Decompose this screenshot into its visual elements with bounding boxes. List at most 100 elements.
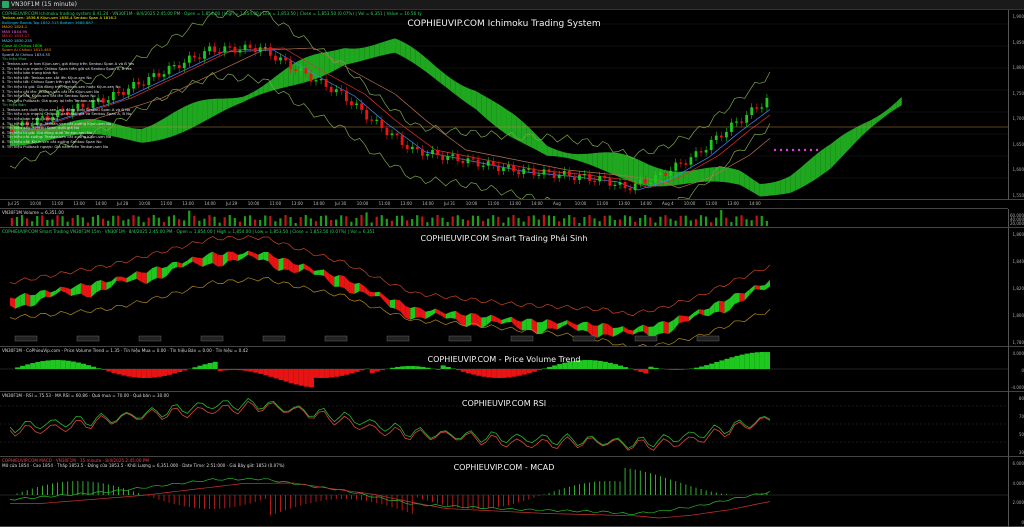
trend-band-segment bbox=[45, 290, 50, 297]
rsi-pane[interactable]: VN30F1M · RSI = 75.53 · MA RSI = 60.86 ·… bbox=[0, 392, 1008, 457]
candle-body bbox=[421, 149, 424, 156]
volume-bar bbox=[11, 218, 13, 226]
kumo-cloud-segment bbox=[192, 101, 197, 127]
date-label: 13:00 bbox=[73, 201, 85, 206]
volume-bar bbox=[320, 216, 322, 226]
volume-bar bbox=[447, 222, 449, 226]
volume-bar bbox=[371, 222, 373, 226]
price-axis[interactable]: 1,9001,8501,8001,7501,7001,6501,6001,550 bbox=[1008, 10, 1024, 200]
trend-band-segment bbox=[30, 295, 35, 307]
candle-body bbox=[340, 89, 343, 91]
smart-trading-title: COPHIEUVIP.COM Smart Trading Phái Sinh bbox=[0, 234, 1008, 243]
candle-body bbox=[750, 107, 753, 115]
date-label: Jul 29 bbox=[226, 201, 237, 206]
volume-bar bbox=[300, 217, 302, 226]
kumo-cloud-segment bbox=[496, 103, 501, 131]
volume-bar bbox=[609, 215, 611, 226]
kumo-cloud-segment bbox=[866, 120, 871, 132]
kumo-cloud-segment bbox=[603, 152, 608, 172]
trend-band-segment bbox=[40, 290, 45, 299]
volume-bar bbox=[97, 215, 99, 226]
volume-bar bbox=[355, 218, 357, 226]
pvt-area-segment bbox=[218, 369, 223, 371]
ichimoku-pane[interactable]: COPHIEUVIP.COM Ichimoku trading system 8… bbox=[0, 10, 1008, 200]
pvt-area-segment bbox=[197, 366, 202, 369]
date-label: Jul 28 bbox=[117, 201, 128, 206]
kumo-cloud-segment bbox=[709, 167, 714, 181]
candle-body bbox=[543, 169, 546, 174]
kumo-cloud-segment bbox=[755, 181, 760, 197]
volume-bar bbox=[41, 215, 43, 226]
pvt-area-segment bbox=[425, 368, 430, 369]
trend-band-segment bbox=[623, 326, 628, 334]
trend-band-segment bbox=[258, 252, 263, 260]
trend-band-segment bbox=[121, 277, 126, 283]
macd-pane[interactable]: COPHIEUVIP.COM MACD · VN30F1M · 15 minut… bbox=[0, 457, 1008, 527]
volume-bar bbox=[533, 215, 535, 226]
volume-bar bbox=[477, 216, 479, 226]
volume-pane[interactable]: VN30F1M Volume = 6,351.00 bbox=[0, 209, 1008, 228]
trend-band-segment bbox=[572, 323, 577, 331]
pvt-area-segment bbox=[116, 369, 121, 374]
candle-body bbox=[512, 165, 515, 171]
pvt-area-segment bbox=[324, 369, 329, 378]
kumo-cloud-segment bbox=[724, 167, 729, 183]
date-label: 11:00 bbox=[488, 201, 500, 206]
candle-body bbox=[259, 47, 262, 52]
chart-icon bbox=[2, 1, 9, 8]
signal-label-box bbox=[387, 336, 409, 341]
candle-body bbox=[487, 161, 490, 165]
volume-bar bbox=[624, 215, 626, 226]
volume-bar bbox=[295, 223, 297, 226]
pvt-area-segment bbox=[355, 369, 360, 372]
candle-body bbox=[690, 157, 693, 165]
date-label: 14:00 bbox=[640, 201, 652, 206]
trend-band-segment bbox=[552, 321, 557, 330]
volume-bar bbox=[538, 220, 540, 226]
volume-bar bbox=[436, 215, 438, 226]
candle-body bbox=[152, 73, 155, 77]
candle-body bbox=[760, 107, 763, 108]
volume-bar bbox=[614, 220, 616, 226]
pvt-area-segment bbox=[375, 369, 380, 372]
kumo-cloud-segment bbox=[790, 172, 795, 193]
candle-body bbox=[578, 175, 581, 180]
kumo-cloud-segment bbox=[572, 154, 577, 161]
trend-band-segment bbox=[694, 309, 699, 316]
trend-band-segment bbox=[86, 285, 91, 297]
trend-band-segment bbox=[192, 257, 197, 265]
volume-bar bbox=[305, 215, 307, 226]
volume-bar bbox=[87, 223, 89, 226]
volume-bar bbox=[588, 215, 590, 226]
candle-body bbox=[158, 73, 161, 77]
candle-body bbox=[310, 74, 313, 82]
kumo-cloud-segment bbox=[826, 144, 831, 172]
pvt-chart bbox=[0, 347, 1008, 391]
pvt-area-segment bbox=[91, 367, 96, 369]
pvt-area-segment bbox=[395, 367, 400, 369]
trend-band-segment bbox=[613, 328, 618, 337]
smart-trading-pane[interactable]: COPHIEUVIP.COM Smart Trading VN30F1M 15m… bbox=[0, 228, 1008, 347]
pvt-area-segment bbox=[106, 369, 111, 371]
trend-band-segment bbox=[405, 306, 410, 320]
candle-body bbox=[593, 181, 596, 182]
kumo-cloud-segment bbox=[512, 113, 517, 140]
date-label: Jul 30 bbox=[335, 201, 346, 206]
signal-label-box bbox=[77, 336, 99, 341]
pvt-area-segment bbox=[263, 369, 268, 375]
candle-body bbox=[467, 158, 470, 163]
trend-band-segment bbox=[289, 259, 294, 273]
pvt-area-segment bbox=[370, 369, 375, 373]
trend-band-segment bbox=[517, 320, 522, 330]
pvt-pane[interactable]: VN30F1M - CoPhieuVip.com - Price Volume … bbox=[0, 347, 1008, 392]
kumo-cloud-segment bbox=[841, 133, 846, 158]
projection-dot bbox=[786, 149, 788, 151]
volume-bar bbox=[685, 216, 687, 226]
pvt-area-segment bbox=[613, 364, 618, 369]
candle-body bbox=[745, 115, 748, 123]
volume-bar bbox=[244, 216, 246, 226]
kumo-cloud-segment bbox=[370, 45, 375, 59]
kumo-cloud-segment bbox=[567, 153, 572, 159]
kumo-cloud-segment bbox=[375, 43, 380, 57]
kumo-cloud-segment bbox=[471, 89, 476, 109]
